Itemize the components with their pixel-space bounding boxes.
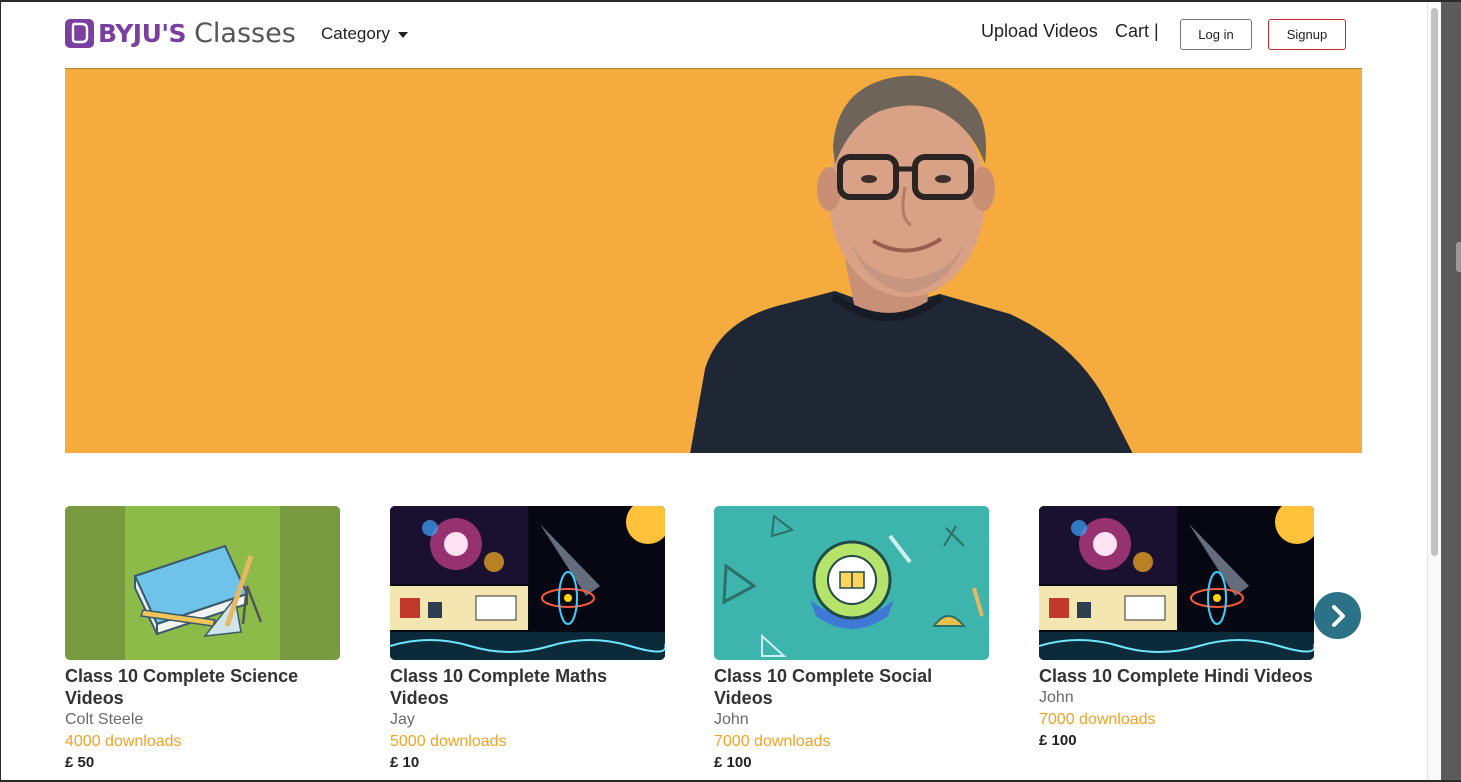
scrollbar-thumb[interactable] bbox=[1431, 8, 1438, 556]
course-downloads: 5000 downloads bbox=[390, 733, 507, 750]
caret-down-icon bbox=[397, 32, 408, 38]
login-button[interactable]: Log in bbox=[1180, 19, 1252, 50]
course-thumbnail[interactable] bbox=[390, 506, 665, 660]
course-downloads: 7000 downloads bbox=[1039, 711, 1156, 728]
category-label: Category bbox=[321, 24, 390, 43]
course-title[interactable]: Class 10 Complete Social Videos bbox=[714, 665, 989, 709]
course-card[interactable]: Class 10 Complete Social Videos John 700… bbox=[714, 506, 989, 773]
course-price: £ 50 bbox=[65, 754, 95, 771]
cart-link[interactable]: Cart | bbox=[1115, 21, 1159, 42]
side-panel-handle[interactable] bbox=[1456, 242, 1461, 272]
hero-presenter-image bbox=[690, 75, 1133, 453]
course-downloads: 7000 downloads bbox=[714, 733, 831, 750]
brand-logo[interactable]: BYJU'S Classes bbox=[65, 17, 296, 49]
course-thumbnail[interactable] bbox=[714, 506, 989, 660]
course-card[interactable]: Class 10 Complete Science Videos Colt St… bbox=[65, 506, 340, 773]
brand-name: BYJU'S bbox=[98, 18, 187, 48]
course-author: Jay bbox=[390, 711, 415, 728]
course-author: John bbox=[1039, 689, 1074, 706]
category-dropdown[interactable]: Category bbox=[321, 24, 408, 44]
course-title[interactable]: Class 10 Complete Hindi Videos bbox=[1039, 665, 1314, 687]
course-downloads: 4000 downloads bbox=[65, 733, 182, 750]
course-card[interactable]: Class 10 Complete Hindi Videos John 7000… bbox=[1039, 506, 1314, 751]
course-price: £ 100 bbox=[1039, 732, 1077, 749]
course-author: Colt Steele bbox=[65, 711, 144, 728]
signup-button[interactable]: Signup bbox=[1268, 19, 1346, 50]
course-price: £ 10 bbox=[390, 754, 420, 771]
course-thumbnail[interactable] bbox=[1039, 506, 1314, 660]
course-thumbnail[interactable] bbox=[65, 506, 340, 660]
chevron-right-icon bbox=[1331, 604, 1345, 627]
course-card[interactable]: Class 10 Complete Maths Videos Jay 5000 … bbox=[390, 506, 665, 773]
byjus-logo-icon bbox=[65, 18, 94, 48]
carousel-next-button[interactable] bbox=[1314, 592, 1361, 639]
course-author: John bbox=[714, 711, 749, 728]
brand-suffix: Classes bbox=[194, 17, 296, 49]
course-title[interactable]: Class 10 Complete Maths Videos bbox=[390, 665, 665, 709]
course-title[interactable]: Class 10 Complete Science Videos bbox=[65, 665, 340, 709]
course-price: £ 100 bbox=[714, 754, 752, 771]
browser-frame: BYJU'S Classes Category Upload Videos Ca… bbox=[0, 0, 1461, 782]
window-side-panel bbox=[1441, 2, 1461, 780]
hero-banner bbox=[65, 68, 1362, 453]
upload-videos-link[interactable]: Upload Videos bbox=[981, 21, 1098, 42]
